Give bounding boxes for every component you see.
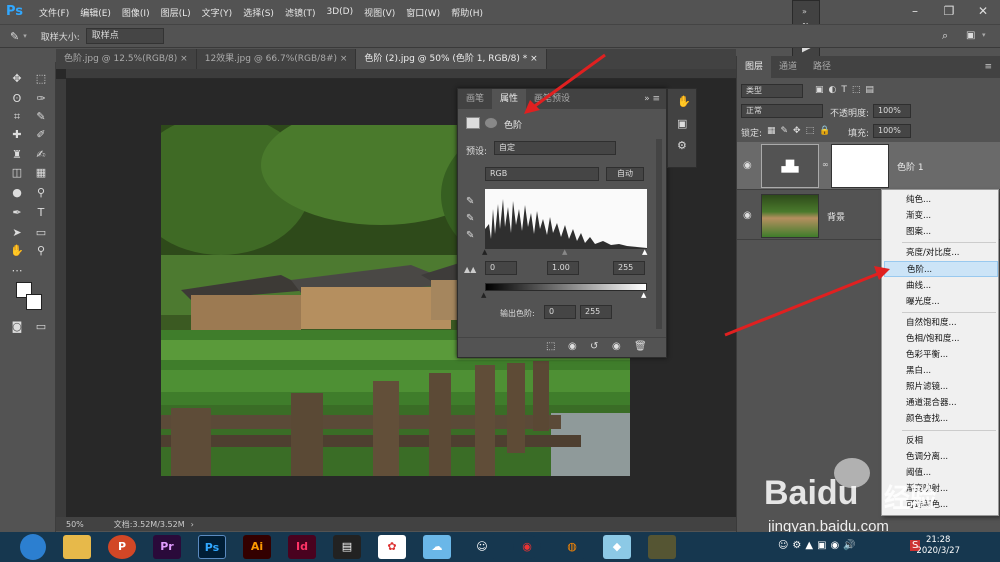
- video-editor-icon[interactable]: ▤: [333, 535, 361, 559]
- clock-date: 2020/3/27: [916, 546, 960, 556]
- ice-app-icon[interactable]: ◆: [603, 535, 631, 559]
- clock-time: 21:28: [925, 535, 951, 545]
- taskbar: P Pr Ps Ai Id ▤ ✿ ☁ ☺ ◉ ◍ ◆ ☺⚙▲▣◉🔊 S: [0, 532, 1000, 562]
- tray-icons[interactable]: ☺⚙▲▣◉🔊: [778, 540, 860, 551]
- powerpoint-icon[interactable]: P: [108, 535, 136, 559]
- firefox-icon[interactable]: ◍: [558, 535, 586, 559]
- indesign-icon[interactable]: Id: [288, 535, 316, 559]
- chrome-icon[interactable]: ◉: [513, 535, 541, 559]
- qq-icon[interactable]: ☺: [468, 535, 496, 559]
- avatar[interactable]: [648, 535, 676, 559]
- start-button-icon[interactable]: [20, 534, 46, 560]
- system-clock[interactable]: 21:28 2020/3/27: [916, 535, 960, 557]
- arrow-to-properties: [531, 53, 606, 110]
- premiere-icon[interactable]: Pr: [153, 535, 181, 559]
- illustrator-icon[interactable]: Ai: [243, 535, 271, 559]
- photoshop-taskbar-icon[interactable]: Ps: [198, 535, 226, 559]
- arrow-to-levels-item: [724, 271, 881, 337]
- watermark-sub: 经验: [884, 484, 937, 514]
- cat-app-icon[interactable]: ☁: [423, 535, 451, 559]
- flower-app-icon[interactable]: ✿: [378, 535, 406, 559]
- baidu-watermark: Baidu 经验 jingyan.baidu.com: [756, 456, 996, 544]
- file-explorer-icon[interactable]: [63, 535, 91, 559]
- watermark-brand: Baidu: [764, 474, 859, 512]
